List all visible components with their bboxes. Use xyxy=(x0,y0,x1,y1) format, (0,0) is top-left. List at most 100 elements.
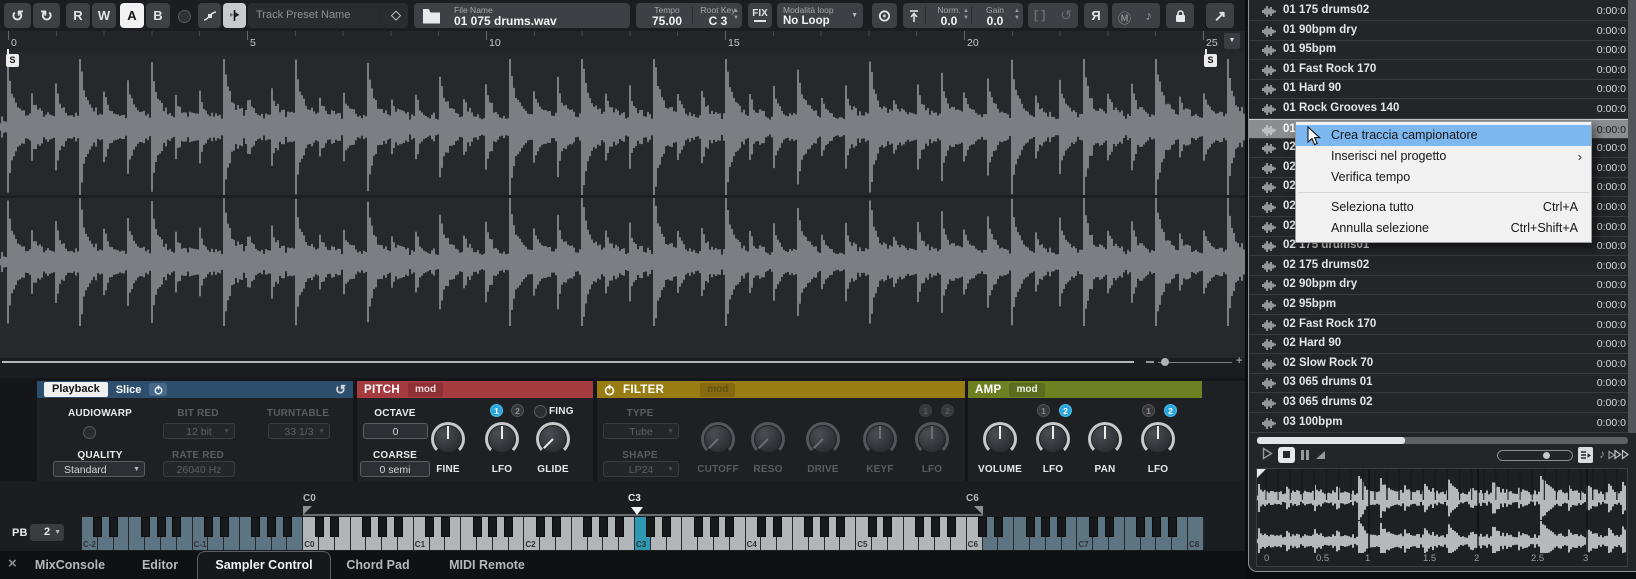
piano-key-black[interactable] xyxy=(472,517,482,537)
cutoff-knob[interactable] xyxy=(701,422,735,456)
piano-key-black[interactable] xyxy=(1088,517,1098,537)
norm-stepper[interactable]: ▲ ▼ xyxy=(963,8,969,22)
vertical-scrollbar[interactable] xyxy=(1628,0,1636,433)
reverse-button[interactable]: Я xyxy=(1084,3,1108,28)
piano-key-black[interactable] xyxy=(646,517,656,537)
piano-key-black[interactable] xyxy=(693,517,703,537)
piano-key-black[interactable] xyxy=(330,517,340,537)
piano-key-black[interactable] xyxy=(914,517,924,537)
sample-end-marker[interactable]: S xyxy=(1204,49,1217,67)
piano-key-black[interactable] xyxy=(583,517,593,537)
bitred-dropdown[interactable]: 12 bit ▼ xyxy=(163,423,235,439)
track-preset-field[interactable]: Track Preset Name ◇ xyxy=(248,3,408,28)
piano-key-black[interactable] xyxy=(377,517,387,537)
piano-key-black[interactable] xyxy=(946,517,956,537)
record-mode-button[interactable]: ⊙ xyxy=(872,3,897,28)
close-icon[interactable]: × xyxy=(8,555,17,572)
piano-key-black[interactable] xyxy=(772,517,782,537)
piano-key-black[interactable] xyxy=(978,517,988,537)
menu-item[interactable]: Crea traccia campionatore xyxy=(1296,125,1591,146)
reso-knob[interactable] xyxy=(751,422,785,456)
lock-button[interactable] xyxy=(1166,3,1194,28)
tab-editor[interactable]: Editor xyxy=(142,558,178,572)
piano-key-black[interactable] xyxy=(993,517,1003,537)
file-row[interactable]: 01 Hard 90 0:00:0 xyxy=(1249,79,1636,100)
piano-key-white[interactable]: C8 xyxy=(1188,517,1204,550)
amp-lfo1-badge2[interactable]: 2 xyxy=(1059,404,1072,417)
preview-play-button[interactable] xyxy=(1262,447,1273,465)
amp-lfo1-knob[interactable] xyxy=(1036,422,1070,456)
file-row[interactable]: 03 065 drums 01 0:00:0 xyxy=(1249,373,1636,394)
piano-key-black[interactable] xyxy=(504,517,514,537)
tab-playback[interactable]: Playback xyxy=(44,382,108,397)
piano-key-black[interactable] xyxy=(203,517,213,537)
piano-key-black[interactable] xyxy=(93,517,103,537)
bezier-edit-button[interactable] xyxy=(198,3,221,28)
filter-type-dropdown[interactable]: Tube ▼ xyxy=(603,423,679,439)
filter-power-button[interactable] xyxy=(604,384,615,396)
gain-display[interactable]: Gain 0.0 xyxy=(973,3,1017,28)
double-play-icon[interactable] xyxy=(1614,449,1630,460)
pause-icon-bar[interactable] xyxy=(1306,450,1309,460)
file-row[interactable]: 03 100bpm 0:00:0 xyxy=(1249,413,1636,433)
zoom-slider-track[interactable] xyxy=(1158,362,1232,363)
amp-mod-badge[interactable]: mod xyxy=(1009,382,1045,397)
note-icon[interactable]: ♪ xyxy=(1599,447,1605,461)
mono-icon[interactable]: Ⓜ xyxy=(1118,8,1131,27)
range-high-handle[interactable] xyxy=(974,506,983,515)
tab-midi-remote[interactable]: MIDI Remote xyxy=(449,558,525,572)
preset-diamond-icon[interactable]: ◇ xyxy=(391,7,401,23)
filter-lfo-knob[interactable] xyxy=(915,422,949,456)
file-row[interactable]: 01 Fast Rock 170 0:00:0 xyxy=(1249,60,1636,80)
pitch-lfo1-badge[interactable]: 1 xyxy=(490,404,503,417)
preview-waveform-box[interactable]: 0 0.5 1 1.5 2 2.5 3 xyxy=(1256,468,1630,567)
timeline-ruler[interactable]: 0 5 10 15 20 25 ▼ xyxy=(0,31,1245,53)
piano-key-black[interactable] xyxy=(820,517,830,537)
piano-key-black[interactable] xyxy=(614,517,624,537)
preview-volume-thumb[interactable] xyxy=(1543,452,1550,459)
horizontal-scrollbar-thumb[interactable] xyxy=(1257,437,1405,444)
loop-ramp-button[interactable] xyxy=(1315,447,1327,465)
file-row[interactable]: 02 Fast Rock 170 0:00:0 xyxy=(1249,315,1636,335)
piano-key-black[interactable] xyxy=(251,517,261,537)
piano-key-black[interactable] xyxy=(488,517,498,537)
piano-key-black[interactable] xyxy=(156,517,166,537)
zoom-slider-thumb[interactable] xyxy=(1161,358,1169,366)
undo-icon[interactable]: ↺ xyxy=(4,3,31,28)
slice-power-button[interactable] xyxy=(149,383,168,396)
read-automation-button[interactable]: R xyxy=(66,3,90,28)
piano-key-black[interactable] xyxy=(1167,517,1177,537)
octave-value-box[interactable]: 0 xyxy=(363,423,428,439)
piano-key-black[interactable] xyxy=(709,517,719,537)
piano-key-black[interactable] xyxy=(883,517,893,537)
filter-lfo1-badge[interactable]: 1 xyxy=(919,404,932,417)
piano-key-black[interactable] xyxy=(1151,517,1161,537)
piano-key-black[interactable] xyxy=(440,517,450,537)
pitch-lfo-knob[interactable] xyxy=(485,422,519,456)
coarse-value-box[interactable]: 0 semi xyxy=(360,461,430,477)
piano-key-black[interactable] xyxy=(393,517,403,537)
pitchbend-range-dropdown[interactable]: 2 ▼ xyxy=(30,524,64,541)
pitch-mod-badge[interactable]: mod xyxy=(408,382,444,397)
tab-chord-pad[interactable]: Chord Pad xyxy=(346,558,409,572)
piano-key-black[interactable] xyxy=(867,517,877,537)
file-name-display[interactable]: File Name 01 075 drums.wav xyxy=(414,3,630,28)
pitch-lfo2-badge[interactable]: 2 xyxy=(511,404,524,417)
write-automation-button[interactable]: W xyxy=(92,3,116,28)
fixed-pitch-button[interactable]: FIX xyxy=(748,3,772,28)
gain-stepper[interactable]: ▲ ▼ xyxy=(1014,8,1020,22)
piano-key-black[interactable] xyxy=(598,517,608,537)
piano-key-black[interactable] xyxy=(140,517,150,537)
preview-volume-slider[interactable] xyxy=(1497,450,1573,461)
piano-key-black[interactable] xyxy=(1025,517,1035,537)
root-key-stepper[interactable]: ▲ ▼ xyxy=(733,8,739,22)
file-row[interactable]: 02 95bpm 0:00:0 xyxy=(1249,295,1636,315)
file-row[interactable]: 01 Rock Grooves 140 0:00:0 xyxy=(1249,99,1636,119)
pan-knob[interactable] xyxy=(1088,422,1122,456)
sample-start-marker[interactable]: S xyxy=(6,49,19,67)
tempo-display[interactable]: Tempo 75.00 xyxy=(636,3,698,28)
amp-lfo2-badge2[interactable]: 2 xyxy=(1164,404,1177,417)
piano-key-black[interactable] xyxy=(930,517,940,537)
waveform-scrollbar[interactable] xyxy=(2,361,1134,363)
piano-key-black[interactable] xyxy=(535,517,545,537)
